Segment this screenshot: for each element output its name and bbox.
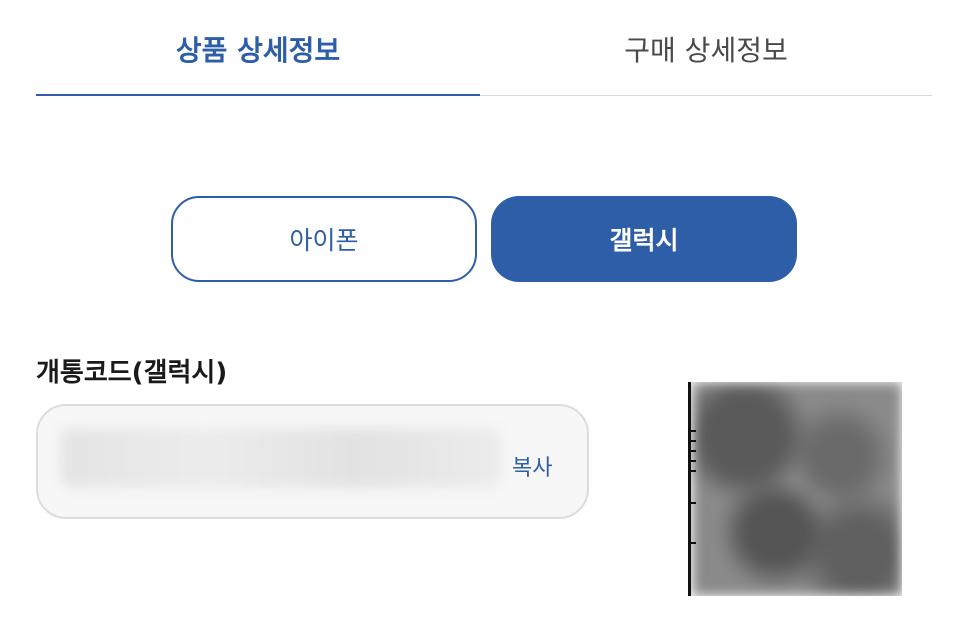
qr-code-edge bbox=[688, 382, 691, 596]
active-tab-indicator bbox=[36, 94, 480, 96]
qr-code-image bbox=[688, 382, 902, 596]
activation-code-field: 복사 bbox=[36, 404, 589, 519]
activation-code-label: 개통코드(갤럭시) bbox=[36, 358, 228, 388]
qr-edge-tick bbox=[688, 450, 696, 452]
qr-edge-tick bbox=[688, 542, 696, 544]
qr-edge-tick bbox=[688, 502, 696, 504]
activation-code-value-blurred bbox=[60, 428, 502, 488]
qr-edge-tick bbox=[688, 470, 696, 472]
copy-button[interactable]: 복사 bbox=[512, 450, 552, 482]
qr-edge-tick bbox=[688, 440, 696, 442]
tab-purchase-details[interactable]: 구매 상세정보 bbox=[480, 0, 932, 97]
tab-product-details[interactable]: 상품 상세정보 bbox=[36, 0, 480, 97]
qr-code-blurred bbox=[692, 382, 902, 596]
galaxy-button[interactable]: 갤럭시 bbox=[491, 196, 797, 282]
detail-tabs: 상품 상세정보 구매 상세정보 bbox=[36, 0, 932, 97]
qr-edge-tick bbox=[688, 430, 696, 432]
qr-edge-tick bbox=[688, 460, 696, 462]
iphone-button[interactable]: 아이폰 bbox=[171, 196, 477, 282]
